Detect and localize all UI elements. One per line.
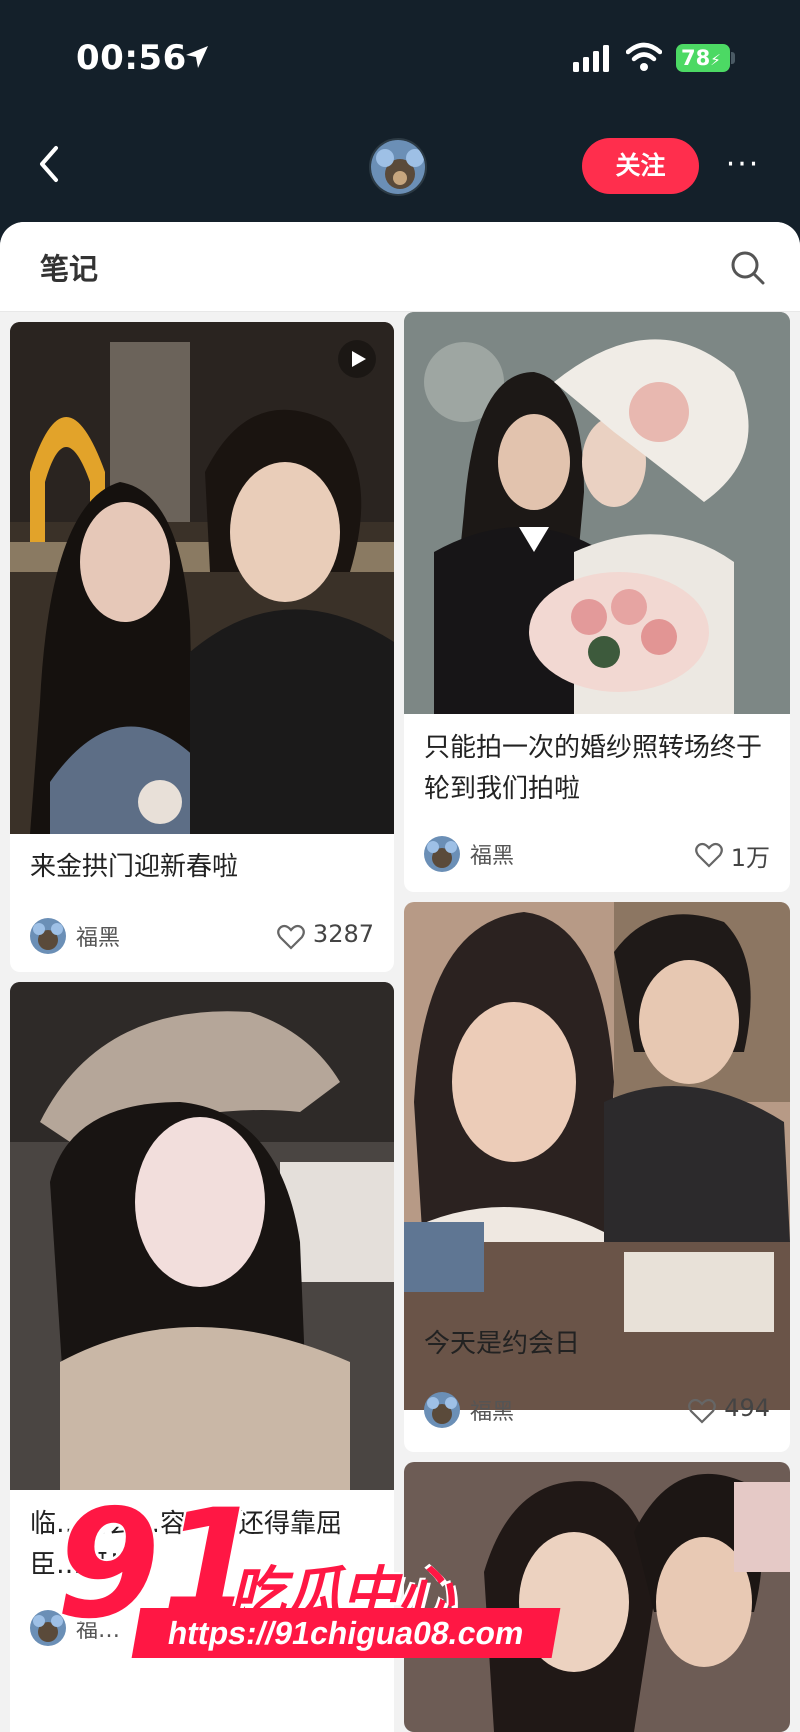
- note-card[interactable]: 来金拱门迎新春啦 福黑 3287: [10, 322, 394, 972]
- author-avatar: [424, 1392, 460, 1428]
- author-avatar: [30, 918, 66, 954]
- note-cover-image: [404, 312, 790, 714]
- like-count-value: 494: [724, 1394, 770, 1422]
- back-arrow-icon[interactable]: [28, 136, 72, 192]
- heart-icon: [694, 842, 723, 868]
- battery-indicator: 78⚡: [676, 44, 730, 72]
- video-play-icon: [338, 340, 376, 378]
- author-name: 福黑: [470, 844, 515, 869]
- author-name: 福黑: [76, 926, 121, 951]
- watermark-url: https://91chigua08.com: [131, 1608, 561, 1658]
- note-meta: 福黑 3287: [30, 918, 374, 954]
- top-nav: 关注 ···: [0, 118, 800, 218]
- like-count-value: 1万: [730, 844, 770, 872]
- like-count[interactable]: 3287: [277, 920, 374, 950]
- panel-header: 笔记: [0, 222, 800, 312]
- status-bar: 00:56 78⚡: [0, 0, 800, 118]
- note-title: 来金拱门迎新春啦: [30, 852, 239, 882]
- heart-icon: [277, 924, 305, 950]
- author-avatar: [424, 836, 460, 872]
- note-card[interactable]: 今天是约会日 福黑 494: [404, 902, 790, 1452]
- note-card[interactable]: 只能拍一次的婚纱照转场终于轮到我们拍啦 福黑 1万: [404, 312, 790, 892]
- note-cover-image: [10, 322, 394, 834]
- author-name: 福黑: [470, 1400, 515, 1425]
- battery-level: 78: [681, 46, 711, 70]
- charging-icon: ⚡: [710, 51, 721, 69]
- note-meta: 福黑 1万: [424, 836, 770, 872]
- status-time: 00:56: [76, 38, 187, 78]
- heart-icon: [688, 1398, 717, 1424]
- search-icon[interactable]: [728, 248, 768, 288]
- note-title: 只能拍一次的婚纱照转场终于轮到我们拍啦: [424, 733, 763, 804]
- note-title: 今天是约会日: [424, 1329, 581, 1359]
- like-count[interactable]: 1万: [694, 838, 770, 873]
- more-options-icon[interactable]: ···: [718, 148, 768, 182]
- location-arrow-icon: [186, 46, 208, 68]
- panel-title: 笔记: [40, 252, 99, 286]
- like-count-value: 3287: [312, 920, 374, 948]
- battery-tip: [731, 52, 735, 64]
- note-cover-image: [10, 982, 394, 1490]
- follow-button[interactable]: 关注: [582, 138, 699, 194]
- like-count[interactable]: 494: [688, 1394, 770, 1424]
- profile-avatar[interactable]: [369, 138, 427, 196]
- note-meta: 福黑 494: [424, 1392, 770, 1428]
- cellular-signal-icon: [573, 45, 609, 72]
- watermark-logo: 91 吃瓜中心 https://91chigua08.com: [50, 1490, 561, 1680]
- wifi-icon: [626, 42, 662, 71]
